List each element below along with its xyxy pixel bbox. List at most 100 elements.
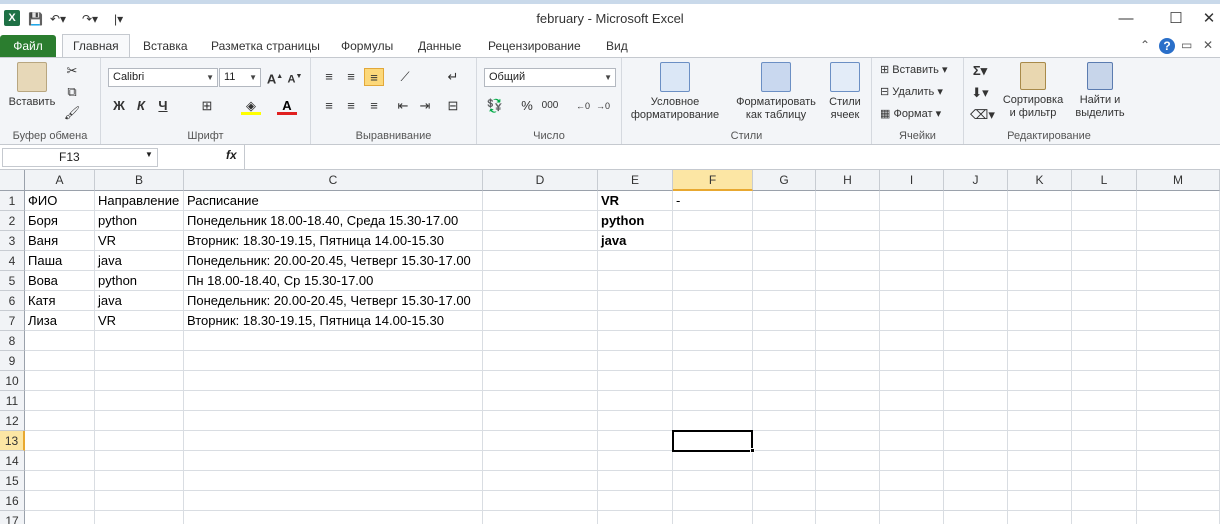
- format-as-table-button[interactable]: Форматировать как таблицу: [730, 62, 822, 122]
- row-header[interactable]: 12: [0, 411, 25, 431]
- wrap-text-icon[interactable]: ↵: [443, 68, 463, 86]
- fill-handle[interactable]: [750, 448, 755, 453]
- tab-page-layout[interactable]: Разметка страницы: [211, 37, 320, 57]
- column-header[interactable]: F: [673, 170, 753, 191]
- grow-font-icon[interactable]: A▲: [265, 68, 285, 86]
- increase-indent-icon[interactable]: ⇥: [415, 97, 435, 115]
- column-header[interactable]: B: [95, 170, 184, 191]
- cell-c4[interactable]: Понедельник: 20.00-20.45, Четверг 15.30-…: [184, 251, 471, 271]
- tab-home[interactable]: Главная: [62, 34, 130, 58]
- fill-icon[interactable]: ⬇▾: [970, 84, 990, 102]
- column-header[interactable]: E: [598, 170, 673, 191]
- column-header[interactable]: C: [184, 170, 483, 191]
- align-right-icon[interactable]: ≡: [364, 97, 384, 115]
- cell-b2[interactable]: python: [95, 211, 137, 231]
- name-box[interactable]: F13: [2, 148, 158, 167]
- row-header[interactable]: 14: [0, 451, 25, 471]
- minimize-button[interactable]: —: [1106, 8, 1146, 30]
- row-header[interactable]: 4: [0, 251, 25, 271]
- conditional-formatting-button[interactable]: Условное форматирование: [626, 62, 724, 122]
- row-header[interactable]: 13: [0, 431, 25, 451]
- percent-button[interactable]: %: [517, 97, 537, 115]
- underline-button[interactable]: Ч: [153, 97, 173, 115]
- increase-decimal-icon[interactable]: ←0: [573, 97, 593, 115]
- italic-button[interactable]: К: [131, 97, 151, 115]
- tab-review[interactable]: Рецензирование: [488, 37, 581, 57]
- cell-c1[interactable]: Расписание: [184, 191, 259, 211]
- shrink-font-icon[interactable]: A▼: [285, 68, 305, 86]
- borders-icon[interactable]: ⊞: [197, 97, 217, 115]
- delete-cells-button[interactable]: ⊟ Удалить ▾: [880, 84, 943, 100]
- copy-icon[interactable]: ⧉: [62, 83, 82, 101]
- currency-icon[interactable]: 💱: [485, 97, 505, 115]
- font-name-select[interactable]: Calibri ▼: [108, 68, 218, 87]
- row-header[interactable]: 11: [0, 391, 25, 411]
- orientation-icon[interactable]: ⟋: [395, 68, 415, 86]
- tab-data[interactable]: Данные: [418, 37, 461, 57]
- cell-b3[interactable]: VR: [95, 231, 116, 251]
- insert-cells-button[interactable]: ⊞ Вставить ▾: [880, 62, 948, 78]
- cell-a3[interactable]: Ваня: [25, 231, 58, 251]
- maximize-button[interactable]: ☐: [1156, 8, 1196, 30]
- cell-c5[interactable]: Пн 18.00-18.40, Ср 15.30-17.00: [184, 271, 373, 291]
- cell-a5[interactable]: Вова: [25, 271, 58, 291]
- row-header[interactable]: 10: [0, 371, 25, 391]
- insert-function-button[interactable]: fx: [226, 148, 237, 162]
- row-header[interactable]: 7: [0, 311, 25, 331]
- cell-b5[interactable]: python: [95, 271, 137, 291]
- format-painter-icon[interactable]: 🖌: [62, 104, 82, 122]
- decrease-decimal-icon[interactable]: →0: [593, 97, 613, 115]
- align-top-icon[interactable]: ≡: [319, 68, 339, 86]
- merge-center-icon[interactable]: ⊟: [443, 97, 463, 115]
- column-header[interactable]: J: [944, 170, 1008, 191]
- column-header[interactable]: D: [483, 170, 598, 191]
- align-center-icon[interactable]: ≡: [341, 97, 361, 115]
- font-color-icon[interactable]: A: [277, 97, 297, 115]
- number-format-select[interactable]: Общий ▼: [484, 68, 616, 87]
- cell-b6[interactable]: java: [95, 291, 122, 311]
- column-header[interactable]: L: [1072, 170, 1137, 191]
- cell-b4[interactable]: java: [95, 251, 122, 271]
- cell-a2[interactable]: Боря: [25, 211, 58, 231]
- cell-b1[interactable]: Направление: [95, 191, 179, 211]
- close-workbook-icon[interactable]: ✕: [1203, 38, 1213, 52]
- column-header[interactable]: I: [880, 170, 944, 191]
- cell-a7[interactable]: Лиза: [25, 311, 57, 331]
- row-header[interactable]: 17: [0, 511, 25, 524]
- column-header[interactable]: M: [1137, 170, 1220, 191]
- row-header[interactable]: 8: [0, 331, 25, 351]
- thousands-button[interactable]: 000: [537, 97, 563, 115]
- row-header[interactable]: 5: [0, 271, 25, 291]
- align-left-icon[interactable]: ≡: [319, 97, 339, 115]
- cell-f1[interactable]: -: [673, 191, 680, 211]
- row-header[interactable]: 9: [0, 351, 25, 371]
- cell-e3[interactable]: java: [598, 231, 626, 251]
- row-header[interactable]: 16: [0, 491, 25, 511]
- format-cells-button[interactable]: ▦ Формат ▾: [880, 106, 941, 122]
- column-header[interactable]: A: [25, 170, 95, 191]
- find-select-button[interactable]: Найти и выделить: [1070, 62, 1130, 120]
- bold-button[interactable]: Ж: [109, 97, 129, 115]
- column-header[interactable]: H: [816, 170, 880, 191]
- tab-file[interactable]: Файл: [0, 35, 56, 57]
- row-header[interactable]: 2: [0, 211, 25, 231]
- chevron-down-icon[interactable]: ▼: [145, 150, 153, 159]
- tab-insert[interactable]: Вставка: [143, 37, 188, 57]
- row-header[interactable]: 1: [0, 191, 25, 211]
- cell-c2[interactable]: Понедельник 18.00-18.40, Среда 15.30-17.…: [184, 211, 458, 231]
- paste-button[interactable]: Вставить: [4, 62, 60, 109]
- column-header[interactable]: G: [753, 170, 816, 191]
- tab-formulas[interactable]: Формулы: [341, 37, 393, 57]
- row-header[interactable]: 6: [0, 291, 25, 311]
- font-size-select[interactable]: 11 ▼: [219, 68, 261, 87]
- column-header[interactable]: K: [1008, 170, 1072, 191]
- close-button[interactable]: ✕: [1198, 8, 1220, 30]
- restore-icon[interactable]: ▭: [1181, 38, 1192, 52]
- cell-b7[interactable]: VR: [95, 311, 116, 331]
- cell-c3[interactable]: Вторник: 18.30-19.15, Пятница 14.00-15.3…: [184, 231, 444, 251]
- tab-view[interactable]: Вид: [606, 37, 628, 57]
- decrease-indent-icon[interactable]: ⇤: [393, 97, 413, 115]
- cell-c7[interactable]: Вторник: 18.30-19.15, Пятница 14.00-15.3…: [184, 311, 444, 331]
- cell-styles-button[interactable]: Стили ячеек: [822, 62, 868, 122]
- worksheet-grid[interactable]: A B C D E F G H I J K L M 1 2 3 4 5 6 7 8 9 10 11 12 13 14 15 16 17 ФИ…: [0, 170, 1220, 524]
